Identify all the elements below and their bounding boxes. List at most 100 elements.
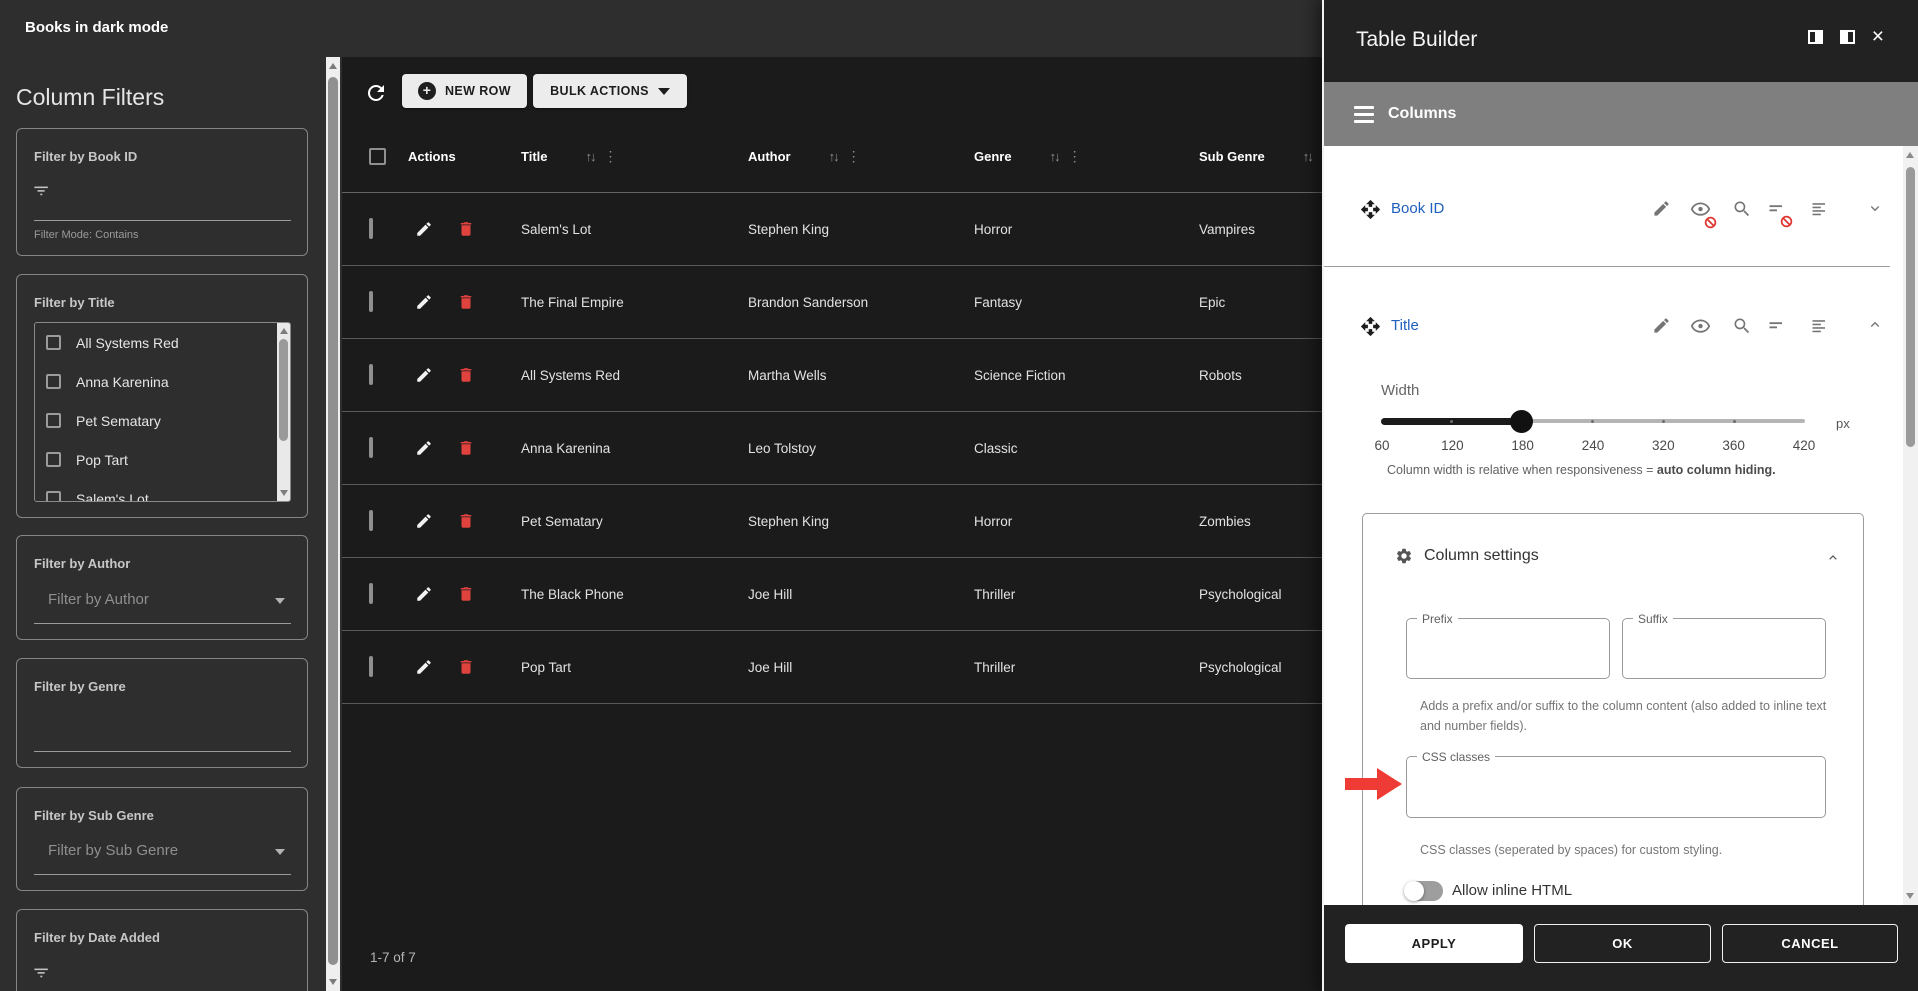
chevron-up-icon[interactable] [1866,316,1884,339]
title-filter-option[interactable]: Pop Tart [35,440,290,479]
title-filter-option[interactable]: Anna Karenina [35,362,290,401]
sub-genre-select-placeholder[interactable]: Filter by Sub Genre [48,842,178,859]
edit-column-icon[interactable] [1652,316,1671,340]
slider-thumb[interactable] [1510,410,1533,433]
edit-row-icon[interactable] [415,366,433,384]
chevron-up-icon[interactable] [1825,550,1841,571]
edit-row-icon[interactable] [415,293,433,311]
sort-icon[interactable]: ↑↓ [829,149,838,164]
align-text-icon[interactable] [1810,199,1830,224]
column-header-genre[interactable]: Genre ↑↓⋮ [974,148,1199,165]
delete-row-icon[interactable] [457,512,475,530]
edit-row-icon[interactable] [415,512,433,530]
sort-icon[interactable]: ↑↓ [1050,149,1059,164]
dock-right-icon[interactable] [1840,30,1855,44]
option-checkbox[interactable] [46,335,61,350]
ok-button[interactable]: OK [1534,924,1711,963]
edit-row-icon[interactable] [415,585,433,603]
columns-section-bar[interactable]: Columns [1324,82,1918,146]
edit-column-icon[interactable] [1652,199,1671,223]
author-select-underline[interactable] [34,623,291,624]
filter-funnel-icon[interactable] [32,963,51,987]
bulk-actions-button[interactable]: BULK ACTIONS [533,74,687,108]
option-checkbox[interactable] [46,413,61,428]
title-filter-option[interactable]: All Systems Red [35,323,290,362]
filter-funnel-icon[interactable] [32,181,51,205]
chevron-down-icon[interactable] [275,849,285,855]
column-menu-icon[interactable]: ⋮ [604,148,618,165]
edit-row-icon[interactable] [415,220,433,238]
scroll-up-icon[interactable] [280,328,288,334]
search-column-icon[interactable] [1732,199,1752,224]
row-checkbox[interactable] [369,437,373,458]
drag-move-icon[interactable] [1360,316,1381,342]
scroll-up-icon[interactable] [329,63,337,69]
cell-sub-genre: Psychological [1199,660,1322,675]
column-header-sub-genre[interactable]: Sub Genre ↑↓⋮ [1199,148,1322,165]
width-slider[interactable] [1381,409,1805,433]
row-checkbox[interactable] [369,510,373,531]
sort-icon[interactable]: ↑↓ [586,149,595,164]
book-id-input-underline[interactable] [34,220,291,221]
title-link[interactable]: Title [1391,317,1419,334]
column-menu-icon[interactable]: ⋮ [847,148,861,165]
row-checkbox[interactable] [369,364,373,385]
column-header-author[interactable]: Author ↑↓⋮ [748,148,974,165]
filters-scrollbar[interactable] [326,57,340,991]
drag-move-icon[interactable] [1360,199,1381,225]
delete-row-icon[interactable] [457,585,475,603]
row-checkbox[interactable] [369,656,373,677]
edit-row-icon[interactable] [415,439,433,457]
visibility-disabled-icon[interactable] [1690,199,1711,225]
delete-row-icon[interactable] [457,293,475,311]
filter-rows-icon[interactable] [1767,316,1787,341]
column-header-title[interactable]: Title ↑↓⋮ [521,148,748,165]
align-text-icon[interactable] [1810,316,1830,341]
scroll-down-icon[interactable] [280,490,288,496]
book-id-link[interactable]: Book ID [1391,200,1444,217]
sort-icon[interactable]: ↑↓ [1303,149,1312,164]
suffix-input[interactable]: Suffix [1622,618,1826,679]
delete-row-icon[interactable] [457,366,475,384]
scroll-down-icon[interactable] [329,979,337,985]
genre-input-underline[interactable] [34,751,291,752]
new-row-button[interactable]: + NEW ROW [402,74,527,108]
title-list-scrollbar[interactable] [277,323,290,501]
option-checkbox[interactable] [46,491,61,502]
column-menu-icon[interactable]: ⋮ [1068,148,1082,165]
delete-row-icon[interactable] [457,220,475,238]
close-icon[interactable]: × [1872,30,1884,44]
row-checkbox[interactable] [369,218,373,239]
apply-button[interactable]: APPLY [1345,924,1523,963]
title-filter-option[interactable]: Salem's Lot [35,479,290,502]
option-checkbox[interactable] [46,374,61,389]
edit-row-icon[interactable] [415,658,433,676]
dock-left-icon[interactable] [1808,30,1823,44]
chevron-down-icon[interactable] [1866,199,1884,222]
row-checkbox[interactable] [369,291,373,312]
prefix-input[interactable]: Prefix [1406,618,1610,679]
chevron-down-icon[interactable] [275,598,285,604]
allow-inline-html-toggle[interactable] [1405,881,1443,901]
toggle-knob[interactable] [1404,881,1424,901]
sub-genre-select-underline[interactable] [34,874,291,875]
select-all-checkbox[interactable] [369,148,386,165]
css-classes-input[interactable]: CSS classes [1406,756,1826,818]
title-filter-option[interactable]: Pet Sematary [35,401,290,440]
scroll-up-icon[interactable] [1906,152,1914,158]
delete-row-icon[interactable] [457,658,475,676]
scroll-down-icon[interactable] [1906,893,1914,899]
search-column-icon[interactable] [1732,316,1752,341]
author-select-placeholder[interactable]: Filter by Author [48,591,149,608]
scrollbar-thumb[interactable] [279,339,288,441]
refresh-icon[interactable] [364,81,388,105]
row-checkbox[interactable] [369,583,373,604]
filter-rows-disabled-icon[interactable] [1767,199,1787,224]
scrollbar-thumb[interactable] [1906,167,1915,447]
visibility-icon[interactable] [1690,316,1711,342]
delete-row-icon[interactable] [457,439,475,457]
cancel-button[interactable]: CANCEL [1722,924,1898,963]
builder-scrollbar[interactable] [1903,146,1918,905]
scrollbar-thumb[interactable] [328,77,338,965]
option-checkbox[interactable] [46,452,61,467]
